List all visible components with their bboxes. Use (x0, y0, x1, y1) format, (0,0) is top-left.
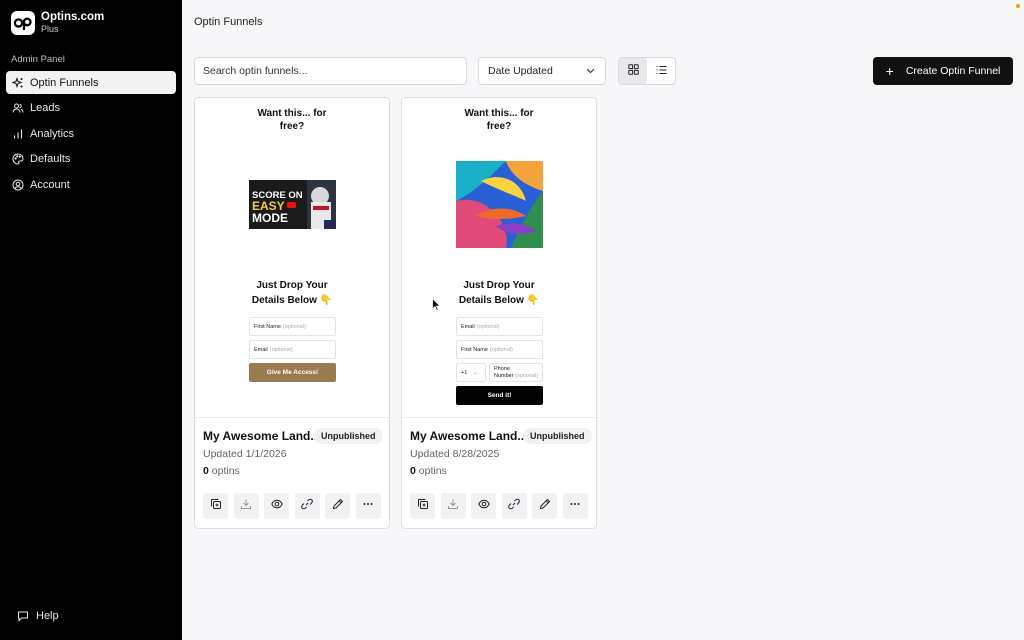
download-icon (447, 497, 459, 515)
grid-view-button[interactable] (619, 58, 647, 84)
card-optins: 0 optins (410, 465, 447, 477)
funnel-preview[interactable]: Want this... for free? Just Drop Your De… (402, 98, 596, 418)
edit-button[interactable] (532, 493, 557, 519)
message-square-icon (17, 610, 29, 622)
sidebar-item-analytics[interactable]: Analytics (6, 122, 176, 145)
card-optins: 0 optins (203, 465, 240, 477)
preview-button[interactable] (471, 493, 496, 519)
duplicate-button[interactable] (203, 493, 228, 519)
more-button[interactable] (562, 493, 588, 519)
duplicate-icon (210, 497, 222, 515)
brand-plan: Plus (41, 24, 59, 34)
sidebar-nav: Optin Funnels Leads Analytics Defaults A… (6, 71, 176, 199)
card-title: My Awesome Land... (203, 429, 321, 443)
card-updated: Updated 1/1/2026 (203, 448, 287, 460)
list-view-button[interactable] (647, 58, 675, 84)
duplicate-button[interactable] (410, 493, 435, 519)
preview-image: SCORE ON EASY MODE (249, 180, 336, 229)
preview-first-name-field: First Name (optional) (456, 340, 543, 359)
sidebar-item-optin-funnels[interactable]: Optin Funnels (6, 71, 176, 94)
brand-name: Optins.com (41, 11, 105, 23)
sidebar: Optins.com Plus Admin Panel Optin Funnel… (0, 0, 182, 640)
link-icon (301, 497, 313, 515)
duplicate-icon (417, 497, 429, 515)
preview-email-field: Email (optional) (456, 317, 543, 336)
more-icon (362, 497, 374, 515)
user-circle-icon (12, 179, 24, 191)
card-updated: Updated 8/28/2025 (410, 448, 500, 460)
page-title: Optin Funnels (194, 16, 263, 28)
sidebar-item-label: Analytics (30, 127, 75, 140)
download-button[interactable] (440, 493, 466, 519)
funnel-card[interactable]: Want this... for free? SCORE ON EASY MOD… (194, 97, 390, 529)
preview-image (456, 161, 543, 248)
preview-submit-button: Send it! (456, 386, 543, 405)
edit-button[interactable] (325, 493, 350, 519)
copy-link-button[interactable] (501, 493, 527, 519)
preview-submit-button: Give Me Access! (249, 363, 336, 382)
svg-text:MODE: MODE (252, 211, 288, 225)
brand[interactable]: Optins.com Plus (11, 11, 104, 35)
preview-headline: Want this... for free? (464, 108, 534, 132)
card-title: My Awesome Land... (410, 429, 528, 443)
search-input[interactable] (194, 57, 467, 85)
funnel-card[interactable]: Want this... for free? Just Drop Your De… (401, 97, 597, 529)
card-actions (410, 493, 593, 519)
sparkles-icon (12, 76, 24, 89)
download-icon (240, 497, 252, 515)
preview-subheadline: Just Drop Your Details Below 👇 (251, 280, 333, 306)
sort-select[interactable]: Date Updated (478, 57, 606, 85)
pencil-icon (332, 497, 344, 515)
more-button[interactable] (355, 493, 381, 519)
eye-icon (270, 497, 283, 515)
sidebar-item-label: Optin Funnels (30, 76, 99, 89)
sort-value: Date Updated (488, 65, 553, 77)
help-link[interactable]: Help (17, 610, 59, 622)
more-icon (569, 497, 581, 515)
view-toggle (618, 57, 676, 85)
preview-button[interactable] (264, 493, 289, 519)
create-label: Create Optin Funnel (905, 65, 1001, 77)
preview-email-field: Email (optional) (249, 340, 336, 359)
plus-icon: + (885, 63, 894, 79)
grid-icon (627, 62, 639, 80)
sidebar-item-label: Account (30, 178, 70, 191)
bar-chart-icon (12, 128, 24, 140)
chevron-down-icon: ⌄ (473, 369, 478, 376)
preview-phone-field: Phone Number (optional) (489, 363, 543, 382)
pencil-icon (539, 497, 551, 515)
create-optin-funnel-button[interactable]: + Create Optin Funnel (873, 57, 1013, 85)
help-label: Help (36, 610, 59, 622)
users-icon (12, 102, 24, 114)
sidebar-item-label: Defaults (30, 153, 71, 166)
notification-dot (1016, 4, 1020, 8)
sidebar-item-label: Leads (30, 102, 60, 115)
chevron-down-icon (586, 65, 595, 77)
preview-first-name-field: First Name (optional) (249, 317, 336, 336)
funnel-preview[interactable]: Want this... for free? SCORE ON EASY MOD… (195, 98, 389, 418)
mouse-cursor-icon (432, 298, 441, 312)
sidebar-item-account[interactable]: Account (6, 173, 176, 196)
sidebar-item-leads[interactable]: Leads (6, 97, 176, 120)
preview-headline: Want this... for free? (257, 108, 327, 132)
preview-phone-code: +1 ⌄ (456, 363, 486, 382)
status-badge: Unpublished (314, 428, 383, 444)
download-button[interactable] (233, 493, 259, 519)
palette-icon (12, 153, 24, 165)
list-icon (656, 62, 667, 80)
link-icon (508, 497, 520, 515)
copy-link-button[interactable] (294, 493, 320, 519)
admin-panel-label: Admin Panel (11, 54, 65, 65)
eye-icon (477, 497, 490, 515)
sidebar-item-defaults[interactable]: Defaults (6, 148, 176, 171)
card-actions (203, 493, 386, 519)
status-badge: Unpublished (523, 428, 592, 444)
optins-logo-icon (11, 11, 35, 35)
